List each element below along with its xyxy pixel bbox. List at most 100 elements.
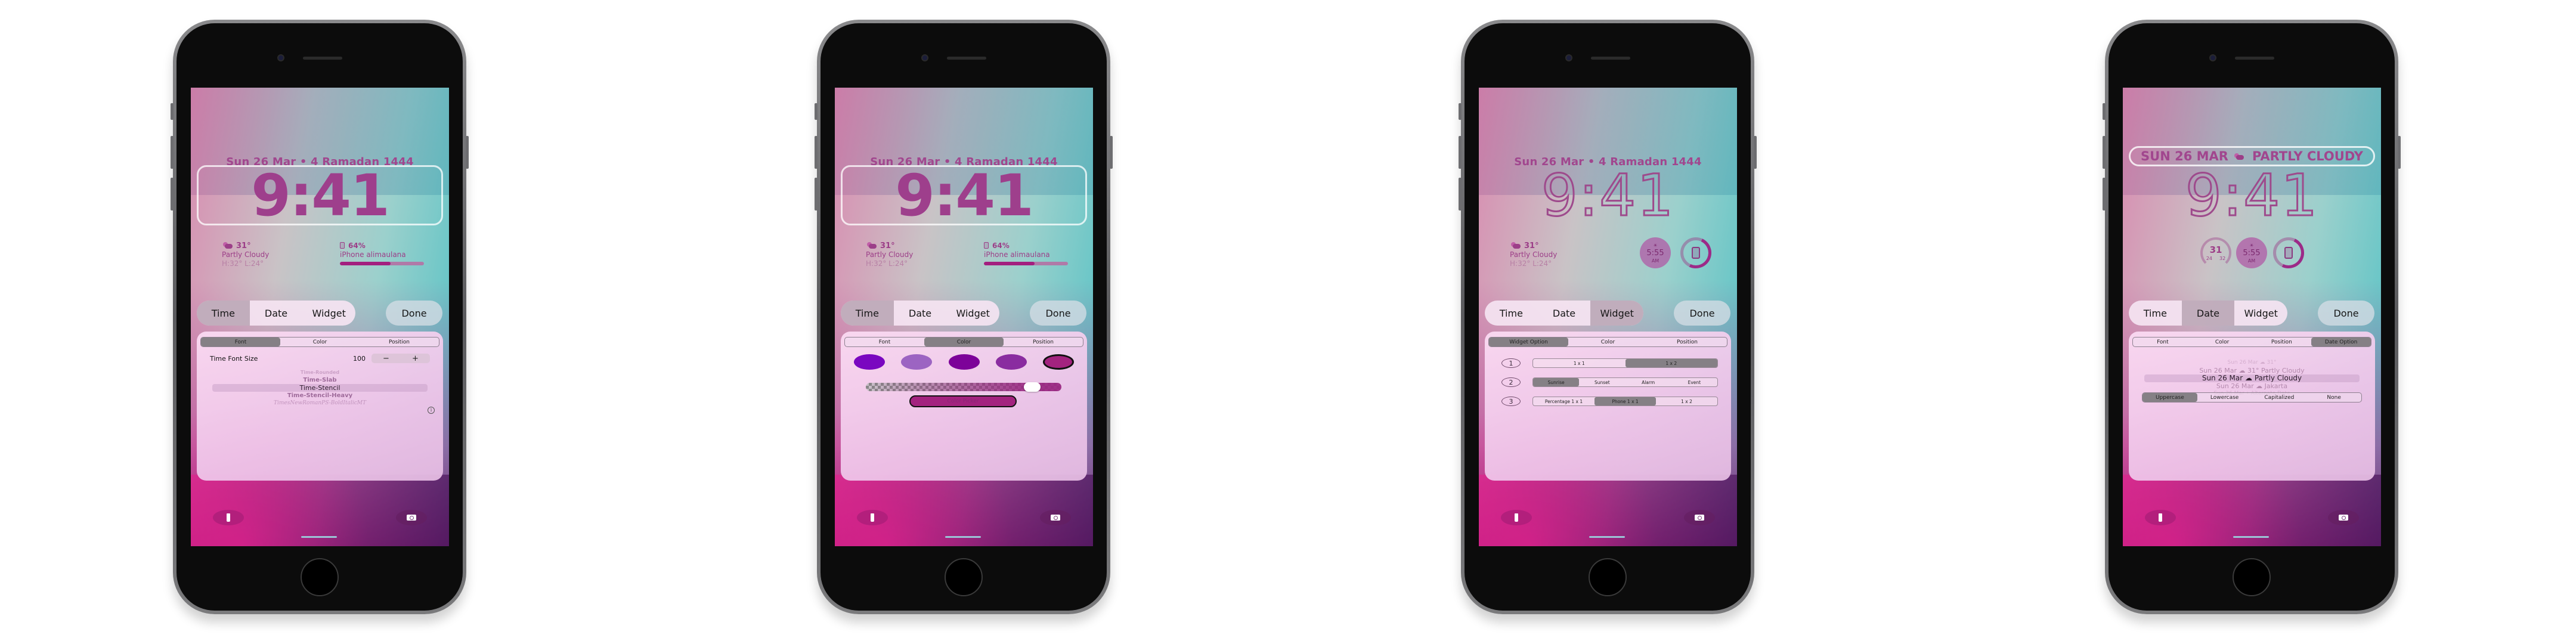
font-option[interactable]: Time-Slab <box>212 376 428 384</box>
segment-position[interactable]: Position <box>1648 338 1727 346</box>
sunrise-widget[interactable]: ☀ 5:55 AM <box>2236 237 2267 268</box>
segment-percentage-1x1[interactable]: Percentage 1 x 1 <box>1533 397 1594 405</box>
time-display[interactable]: 9:41 <box>2123 162 2381 230</box>
weather-widget[interactable]: 31° Partly Cloudy H:32° L:24° <box>1510 242 1557 268</box>
camera-button[interactable] <box>396 510 427 525</box>
segment-color[interactable]: Color <box>2193 338 2252 346</box>
done-button[interactable]: Done <box>1030 301 1086 326</box>
date-format-option[interactable]: Sun 26 Mar ☁ 31° <box>2144 359 2360 367</box>
segment-phone-1x1[interactable]: Phone 1 x 1 <box>1594 397 1656 405</box>
camera-button[interactable] <box>2328 510 2359 525</box>
home-button[interactable] <box>2233 558 2271 596</box>
segment-color[interactable]: Color <box>924 338 1004 346</box>
flashlight-button[interactable] <box>1501 510 1532 525</box>
home-indicator[interactable] <box>1589 536 1625 538</box>
home-button[interactable] <box>945 558 983 596</box>
phone-battery-ring-widget[interactable] <box>2273 237 2304 268</box>
done-button[interactable]: Done <box>2318 301 2374 326</box>
battery-percent: 64% <box>992 242 1010 250</box>
segment-sunrise[interactable]: Sunrise <box>1533 378 1580 386</box>
weather-widget[interactable]: 31° Partly Cloudy H:32° L:24° <box>866 242 913 268</box>
phone-battery-ring-widget[interactable] <box>1680 237 1711 268</box>
segment-date-option[interactable]: Date Option <box>2311 338 2371 346</box>
tab-widget[interactable]: Widget <box>2234 301 2287 326</box>
done-button[interactable]: Done <box>386 301 442 326</box>
battery-widget[interactable]: 64% iPhone alimaulana <box>340 242 426 265</box>
tab-time[interactable]: Time <box>197 301 250 326</box>
time-display[interactable]: 9:41 <box>191 163 449 228</box>
tab-date[interactable]: Date <box>2181 301 2235 326</box>
font-option[interactable]: Time-Stencil-Heavy <box>212 392 428 400</box>
segment-font[interactable]: Font <box>845 338 924 346</box>
tab-widget[interactable]: Widget <box>1590 301 1643 326</box>
tab-time[interactable]: Time <box>841 301 894 326</box>
segment-position[interactable]: Position <box>2252 338 2312 346</box>
date-format-option-selected[interactable]: Sun 26 Mar ☁ Partly Cloudy <box>2144 374 2360 382</box>
battery-widget[interactable]: 64% iPhone alimaulana <box>984 242 1070 265</box>
camera-button[interactable] <box>1684 510 1715 525</box>
font-option[interactable]: TimesNewRomanPS-BoldItalicMT <box>212 400 428 407</box>
font-picker-wheel[interactable]: Time-Rounded Time-Slab Time-Stencil Time… <box>212 369 428 407</box>
tab-date[interactable]: Date <box>1538 301 1591 326</box>
volume-up-button <box>171 136 174 169</box>
flashlight-button[interactable] <box>2145 510 2176 525</box>
time-display[interactable]: 9:41 <box>835 163 1093 228</box>
battery-level-fill <box>984 262 1035 265</box>
segment-lowercase[interactable]: Lowercase <box>2197 393 2252 402</box>
home-button[interactable] <box>1589 558 1627 596</box>
tab-time[interactable]: Time <box>2129 301 2182 326</box>
segment-sunset[interactable]: Sunset <box>1579 378 1625 386</box>
increase-button[interactable]: + <box>401 354 430 363</box>
segment-none[interactable]: None <box>2306 393 2361 402</box>
date-format-option[interactable]: Sun 26 Mar ☁ Jakarta <box>2144 382 2360 390</box>
segment-1x2[interactable]: 1 x 2 <box>1625 359 1717 367</box>
camera-icon <box>1695 515 1704 521</box>
segment-widget-option[interactable]: Widget Option <box>1489 338 1568 346</box>
segment-uppercase[interactable]: Uppercase <box>2142 393 2197 402</box>
edit-tab-bar: Time Date Widget <box>1485 301 1643 326</box>
home-indicator[interactable] <box>945 536 981 538</box>
tab-widget[interactable]: Widget <box>946 301 999 326</box>
sunrise-ampm: AM <box>1651 258 1659 264</box>
tab-widget[interactable]: Widget <box>302 301 355 326</box>
time-display[interactable]: 9:41 <box>1479 162 1737 230</box>
home-indicator[interactable] <box>301 536 337 538</box>
tab-date[interactable]: Date <box>250 301 303 326</box>
home-button[interactable] <box>301 558 339 596</box>
segment-event[interactable]: Event <box>1671 378 1717 386</box>
temperature-gauge-widget[interactable]: 31 24 32 <box>2200 237 2231 268</box>
color-swatch-selected[interactable] <box>1043 354 1074 370</box>
segment-capitalized[interactable]: Capitalized <box>2252 393 2307 402</box>
camera-button[interactable] <box>1040 510 1071 525</box>
customize-panel: Font Color Position Date Option Sun 26 M… <box>2129 332 2375 481</box>
tab-time[interactable]: Time <box>1485 301 1538 326</box>
opacity-slider-knob[interactable] <box>1023 382 1041 392</box>
tab-date[interactable]: Date <box>894 301 947 326</box>
segment-color[interactable]: Color <box>280 338 360 346</box>
flashlight-button[interactable] <box>857 510 888 525</box>
color-picker-button[interactable]: Color Picker <box>909 395 1017 407</box>
info-icon[interactable]: i <box>428 407 435 414</box>
done-button[interactable]: Done <box>1674 301 1730 326</box>
segment-1x1[interactable]: 1 x 1 <box>1533 359 1626 367</box>
segment-position[interactable]: Position <box>1004 338 1083 346</box>
segment-1x2[interactable]: 1 x 2 <box>1656 397 1717 405</box>
segment-alarm[interactable]: Alarm <box>1626 378 1671 386</box>
battery-level-bar <box>984 262 1068 265</box>
color-swatch[interactable] <box>854 354 885 370</box>
segment-color[interactable]: Color <box>1568 338 1648 346</box>
weather-widget[interactable]: 31° Partly Cloudy H:32° L:24° <box>222 242 269 268</box>
segment-font[interactable]: Font <box>201 338 280 346</box>
flashlight-button[interactable] <box>213 510 244 525</box>
color-swatch[interactable] <box>995 354 1027 370</box>
font-option-selected[interactable]: Time-Stencil <box>212 384 428 392</box>
segment-font[interactable]: Font <box>2133 338 2193 346</box>
sunrise-widget[interactable]: ☀ 5:55 AM <box>1640 237 1671 268</box>
color-swatch[interactable] <box>901 354 933 370</box>
opacity-slider[interactable] <box>866 382 1061 392</box>
font-option[interactable]: Time-Rounded <box>212 369 428 376</box>
segment-position[interactable]: Position <box>360 338 439 346</box>
home-indicator[interactable] <box>2233 536 2269 538</box>
decrease-button[interactable]: − <box>371 354 401 363</box>
color-swatch[interactable] <box>948 354 980 370</box>
